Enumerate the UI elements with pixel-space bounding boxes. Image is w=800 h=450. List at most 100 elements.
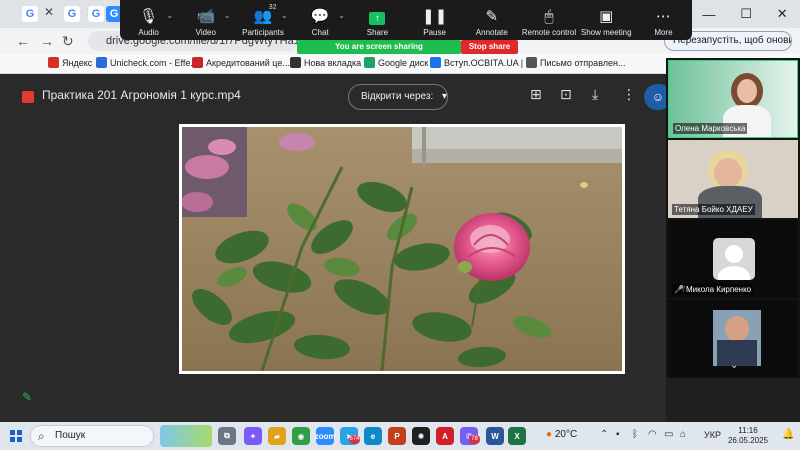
copilot-icon[interactable]: ✦ xyxy=(244,427,262,445)
video-button[interactable]: 📹 ⌄ Video xyxy=(177,0,234,40)
toolbar-label: Remote control xyxy=(521,28,577,37)
chevron-down-icon[interactable]: ⌄ xyxy=(281,11,288,20)
camera-icon[interactable]: ▪ xyxy=(616,429,620,440)
chevron-down-icon[interactable]: ⌄ xyxy=(224,11,231,20)
bookmark-item[interactable]: Unicheck.com - Effe... xyxy=(96,57,198,68)
bookmark-item[interactable]: Нова вкладка xyxy=(290,57,361,68)
language-indicator[interactable]: УКР xyxy=(704,430,721,440)
bookmark-label: Яндекс xyxy=(62,57,93,68)
chevron-down-icon[interactable]: ⌄ xyxy=(167,11,174,20)
chevron-down-icon: ▾ xyxy=(442,91,448,102)
stop-share-button[interactable]: Stop share xyxy=(461,40,518,54)
close-window-button[interactable]: ✕ xyxy=(777,6,788,22)
chat-button[interactable]: 💬 ⌄ Chat xyxy=(292,0,349,40)
word-icon[interactable]: W xyxy=(486,427,504,445)
participant-name-text: Олена Марковська xyxy=(675,124,746,133)
sun-icon: ● xyxy=(546,429,553,440)
network-icon[interactable]: ⌂ xyxy=(680,429,686,440)
bookmark-item[interactable]: Вступ.ОСВІТА.UA | і... xyxy=(430,57,535,68)
open-with-button[interactable]: Відкрити через: ▾ xyxy=(348,84,448,110)
task-view-icon[interactable]: ⧉ xyxy=(218,427,236,445)
chrome-icon[interactable]: ◉ xyxy=(292,427,310,445)
windows-start-icon[interactable] xyxy=(10,430,22,442)
toolbar-label: Audio xyxy=(138,28,159,37)
microphone-icon: 🎙 xyxy=(139,8,159,25)
toolbar-label: More xyxy=(654,28,673,37)
search-highlight-image xyxy=(160,425,212,447)
bookmark-item[interactable]: Письмо отправлен... xyxy=(526,57,626,68)
pause-icon: ❚❚ xyxy=(422,8,448,25)
chevron-up-icon[interactable]: ⌃ xyxy=(600,429,608,440)
maximize-button[interactable]: ☐ xyxy=(740,6,752,22)
participant-count: 32 xyxy=(268,4,277,11)
participant-name-text: Тетяна Бойко ХДАЕУ xyxy=(674,205,753,214)
bookmark-item[interactable]: Яндекс xyxy=(48,57,92,68)
file-title: Практика 201 Агрономія 1 курс.mp4 xyxy=(42,88,241,102)
temperature-text: 20°C xyxy=(554,429,578,440)
more-button[interactable]: ⋯ More xyxy=(635,0,692,40)
minimize-button[interactable]: — xyxy=(702,7,715,22)
toolbar-label: Annotate xyxy=(475,28,508,37)
close-tab-icon[interactable]: ✕ xyxy=(44,5,54,19)
reload-icon[interactable]: ↻ xyxy=(62,33,74,50)
system-clock[interactable]: 11:16 26.05.2025 xyxy=(724,426,772,446)
bookmark-favicon-icon xyxy=(48,57,59,68)
video-frame[interactable] xyxy=(179,124,625,374)
zoom-icon[interactable]: zoom xyxy=(315,427,335,445)
viber-badge: 78 xyxy=(469,435,480,444)
more-dots-icon: ⋯ xyxy=(655,8,671,25)
default-avatar-icon xyxy=(713,238,755,280)
back-arrow-icon[interactable]: ← xyxy=(16,33,30,49)
folder-add-icon[interactable]: ⊞ xyxy=(530,86,542,103)
pen-icon[interactable]: ✎ xyxy=(22,390,32,404)
search-icon: ⌕ xyxy=(38,429,45,443)
file-explorer-icon[interactable]: ▰ xyxy=(268,427,286,445)
window-controls: — ☐ ✕ xyxy=(690,0,800,28)
toolbar-label: Participants xyxy=(242,28,284,37)
bookmark-favicon-icon xyxy=(364,57,375,68)
bookmark-item[interactable]: Акредитований це... xyxy=(192,57,290,68)
bookmark-favicon-icon xyxy=(290,57,301,68)
notification-bell-icon[interactable]: 🔔 xyxy=(782,429,794,440)
pause-button[interactable]: ❚❚ Pause xyxy=(406,0,463,40)
show-meeting-button[interactable]: ▣ Show meeting xyxy=(578,0,635,40)
download-icon[interactable]: ⤓ xyxy=(592,86,598,103)
participant-tile[interactable]: Олена Марковська xyxy=(668,60,798,138)
adobe-icon[interactable]: A xyxy=(436,427,454,445)
windows-taskbar: ⌕ Пошук ⧉✦▰◉zoom➤eP✺A✆WX67478 ● 20°C ⌃ ▪… xyxy=(0,422,800,450)
more-vert-icon[interactable]: ⋮ xyxy=(622,86,636,103)
bookmark-label: Акредитований це... xyxy=(206,57,290,68)
powerpoint-icon[interactable]: P xyxy=(388,427,406,445)
display-icon[interactable]: ▭ xyxy=(664,429,673,440)
chevron-down-icon[interactable]: ⌄ xyxy=(730,360,738,371)
annotate-button[interactable]: ✎ Annotate xyxy=(463,0,520,40)
chevron-down-icon[interactable]: ⌄ xyxy=(338,11,345,20)
bookmark-item[interactable]: Google диск xyxy=(364,57,428,68)
google-favicon-icon[interactable]: G xyxy=(22,6,38,22)
video-file-icon xyxy=(22,91,34,103)
audio-button[interactable]: 🎙 ⌄ Audio xyxy=(120,0,177,40)
wifi-icon[interactable]: ◠ xyxy=(648,429,657,440)
participants-button[interactable]: 👥 32 ⌄ Participants xyxy=(234,0,291,40)
toolbar-label: Pause xyxy=(423,28,446,37)
telegram-badge: 674 xyxy=(349,435,360,444)
remote-control-button[interactable]: 🖱 Remote control xyxy=(520,0,577,40)
participant-tile[interactable]: Тетяна Бойко ХДАЕУ xyxy=(668,140,798,218)
weather-widget[interactable]: ● 20°C xyxy=(546,429,577,440)
bookmark-label: Письмо отправлен... xyxy=(540,57,626,68)
google-favicon-icon[interactable]: G xyxy=(88,6,104,22)
share-button[interactable]: ↑ Share xyxy=(349,0,406,40)
openai-icon[interactable]: ✺ xyxy=(412,427,430,445)
edge-icon[interactable]: e xyxy=(364,427,382,445)
zoom-meeting-toolbar: 🎙 ⌄ Audio 📹 ⌄ Video 👥 32 ⌄ Participants 💬 ⌄ Chat ↑ Sha… xyxy=(120,0,692,40)
google-favicon-icon[interactable]: G xyxy=(64,6,80,22)
forward-arrow-icon[interactable]: → xyxy=(40,33,54,49)
excel-icon[interactable]: X xyxy=(508,427,526,445)
bluetooth-icon[interactable]: ᛒ xyxy=(632,429,638,440)
comment-icon[interactable]: ⊡ xyxy=(560,86,572,103)
participant-name-text: Микола Кирпенко xyxy=(685,285,752,294)
participant-tile[interactable]: 🎤̸ Микола Кирпенко xyxy=(668,220,798,298)
bookmark-favicon-icon xyxy=(526,57,537,68)
screen-sharing-banner: You are screen sharing xyxy=(297,40,461,54)
taskbar-search-input[interactable]: ⌕ Пошук xyxy=(30,425,154,447)
